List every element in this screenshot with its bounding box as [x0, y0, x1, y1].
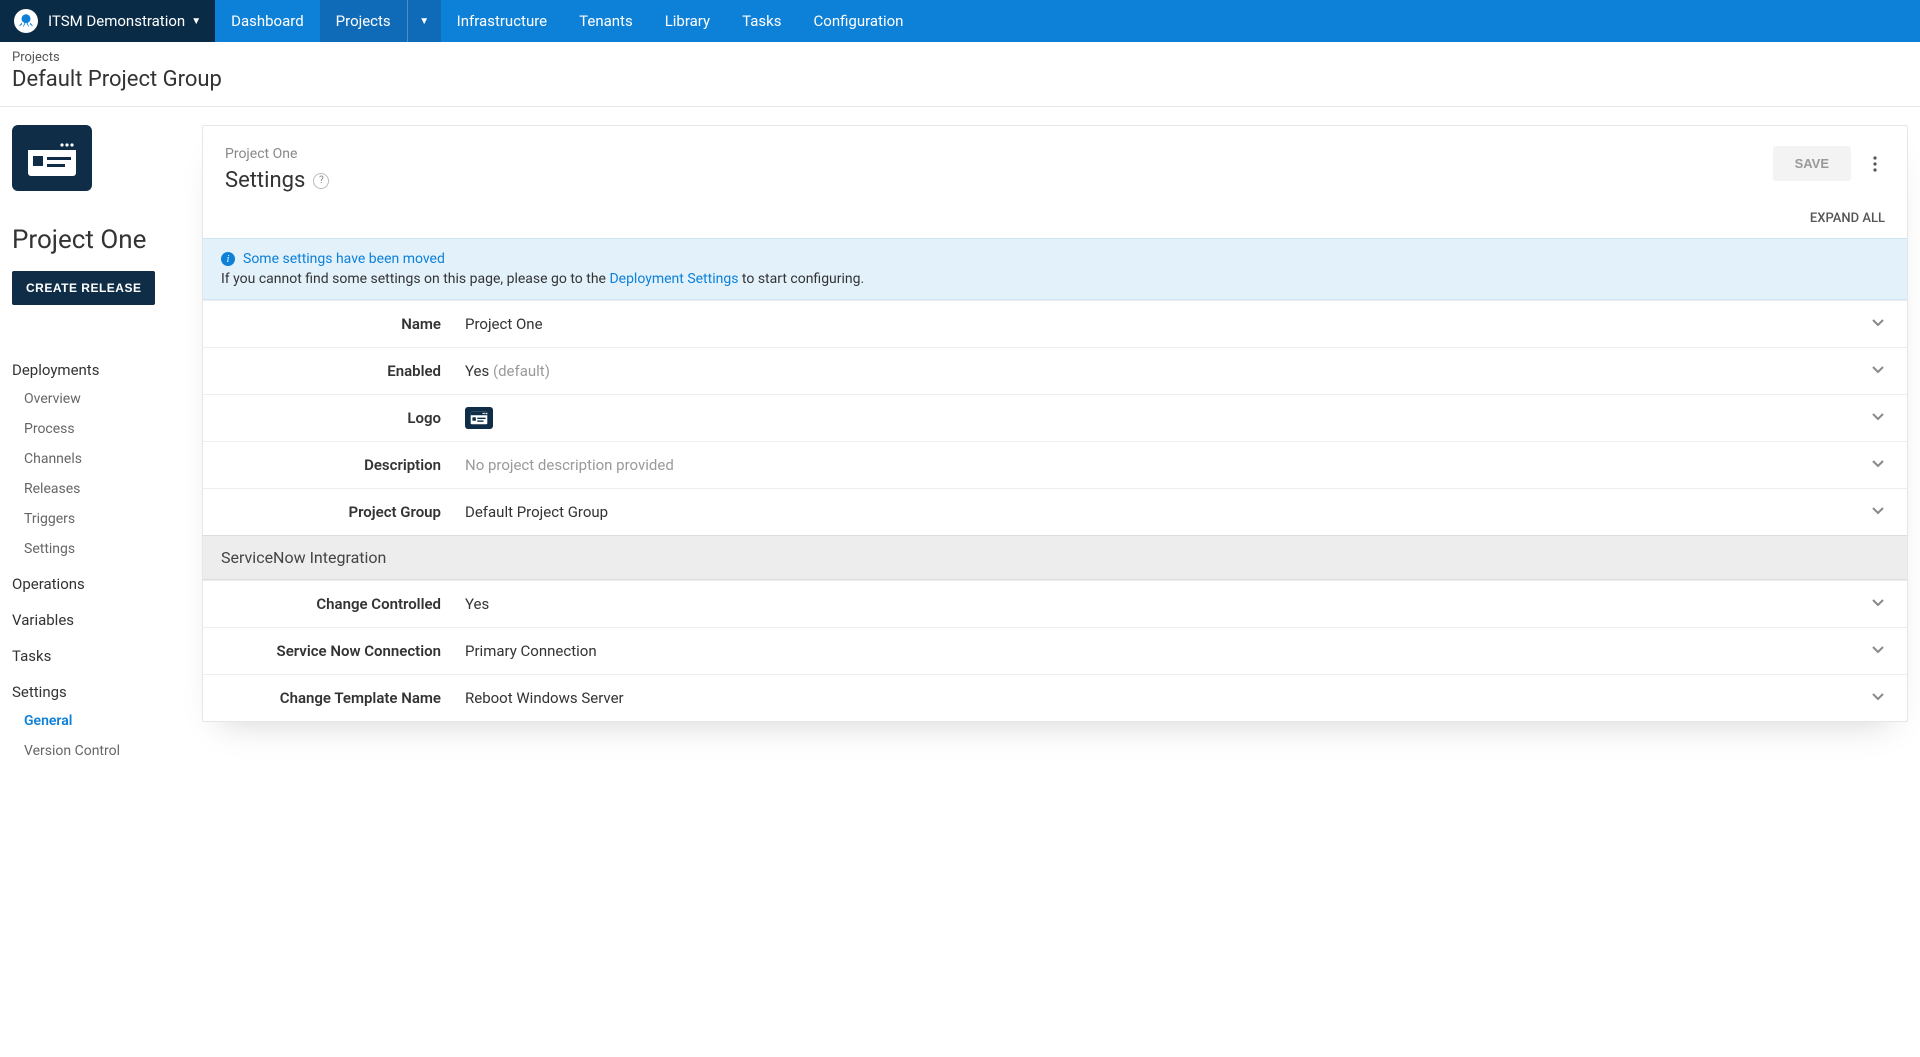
- card-header: Project One Settings ? SAVE: [203, 126, 1907, 203]
- project-logo-icon: [465, 407, 493, 429]
- octopus-icon: [14, 9, 38, 33]
- sidebar-overview[interactable]: Overview: [24, 391, 182, 407]
- label-logo: Logo: [225, 409, 465, 427]
- chevron-down-icon: [1871, 689, 1885, 707]
- sidebar-version-control[interactable]: Version Control: [24, 743, 182, 759]
- value-project-group: Default Project Group: [465, 503, 1871, 521]
- banner-text-pre: If you cannot find some settings on this…: [221, 271, 609, 287]
- sidebar-variables[interactable]: Variables: [12, 611, 182, 629]
- chevron-down-icon: [1871, 315, 1885, 333]
- nav-projects[interactable]: Projects: [320, 0, 407, 42]
- nav-tenants[interactable]: Tenants: [563, 0, 649, 42]
- sidebar-triggers[interactable]: Triggers: [24, 511, 182, 527]
- sidebar-operations[interactable]: Operations: [12, 575, 182, 593]
- banner-text-post: to start configuring.: [738, 271, 864, 287]
- row-change-controlled[interactable]: Change Controlled Yes: [203, 580, 1907, 627]
- card-project-name: Project One: [225, 146, 329, 162]
- expand-all-button[interactable]: EXPAND ALL: [203, 203, 1907, 238]
- row-change-template[interactable]: Change Template Name Reboot Windows Serv…: [203, 674, 1907, 721]
- breadcrumb-title: Default Project Group: [12, 67, 1908, 92]
- section-servicenow: ServiceNow Integration: [203, 535, 1907, 580]
- sidebar-process[interactable]: Process: [24, 421, 182, 437]
- value-snow-connection: Primary Connection: [465, 642, 1871, 660]
- brand-name: ITSM Demonstration: [48, 12, 185, 30]
- value-name: Project One: [465, 315, 1871, 333]
- info-icon: i: [221, 252, 235, 266]
- nav-configuration[interactable]: Configuration: [798, 0, 920, 42]
- row-enabled[interactable]: Enabled Yes (default): [203, 347, 1907, 394]
- banner-title: Some settings have been moved: [243, 251, 445, 267]
- top-nav: ITSM Demonstration ▼ Dashboard Projects …: [0, 0, 1920, 42]
- overflow-menu-icon[interactable]: [1865, 148, 1885, 180]
- chevron-down-icon: [1871, 642, 1885, 660]
- row-description[interactable]: Description No project description provi…: [203, 441, 1907, 488]
- save-button[interactable]: SAVE: [1773, 146, 1851, 181]
- nav-infrastructure[interactable]: Infrastructure: [441, 0, 563, 42]
- sidebar-settings-section[interactable]: Settings: [12, 683, 182, 701]
- value-logo: [465, 407, 1871, 429]
- project-logo: [12, 125, 92, 191]
- nav-library[interactable]: Library: [649, 0, 726, 42]
- nav-dashboard[interactable]: Dashboard: [215, 0, 320, 42]
- nav-items: Dashboard Projects ▼ Infrastructure Tena…: [215, 0, 919, 42]
- chevron-down-icon: [1871, 595, 1885, 613]
- card-title: Settings: [225, 168, 305, 193]
- label-description: Description: [225, 456, 465, 474]
- label-name: Name: [225, 315, 465, 333]
- chevron-down-icon: [1871, 362, 1885, 380]
- row-snow-connection[interactable]: Service Now Connection Primary Connectio…: [203, 627, 1907, 674]
- create-release-button[interactable]: CREATE RELEASE: [12, 271, 155, 305]
- row-name[interactable]: Name Project One: [203, 300, 1907, 347]
- info-banner: i Some settings have been moved If you c…: [203, 238, 1907, 300]
- chevron-down-icon: [1871, 456, 1885, 474]
- sidebar-deployments[interactable]: Deployments: [12, 361, 182, 379]
- breadcrumb-parent[interactable]: Projects: [12, 50, 1908, 65]
- row-project-group[interactable]: Project Group Default Project Group: [203, 488, 1907, 535]
- chevron-down-icon: [1871, 503, 1885, 521]
- help-icon[interactable]: ?: [313, 173, 329, 189]
- sidebar-channels[interactable]: Channels: [24, 451, 182, 467]
- label-snow-connection: Service Now Connection: [225, 642, 465, 660]
- value-description: No project description provided: [465, 456, 1871, 474]
- caret-down-icon: ▼: [419, 16, 429, 27]
- value-enabled: Yes (default): [465, 362, 1871, 380]
- sidebar: Project One CREATE RELEASE Deployments O…: [12, 125, 182, 773]
- caret-down-icon: ▼: [191, 16, 201, 27]
- sidebar-general[interactable]: General: [24, 713, 182, 729]
- label-change-controlled: Change Controlled: [225, 595, 465, 613]
- deployment-settings-link[interactable]: Deployment Settings: [609, 271, 738, 287]
- sidebar-releases[interactable]: Releases: [24, 481, 182, 497]
- brand-switcher[interactable]: ITSM Demonstration ▼: [0, 0, 215, 42]
- label-change-template: Change Template Name: [225, 689, 465, 707]
- nav-projects-dropdown[interactable]: ▼: [407, 0, 441, 42]
- breadcrumb-bar: Projects Default Project Group: [0, 42, 1920, 107]
- chevron-down-icon: [1871, 409, 1885, 427]
- value-change-controlled: Yes: [465, 595, 1871, 613]
- page-body: Project One CREATE RELEASE Deployments O…: [0, 107, 1920, 813]
- project-title: Project One: [12, 225, 182, 255]
- nav-tasks[interactable]: Tasks: [726, 0, 797, 42]
- sidebar-tasks[interactable]: Tasks: [12, 647, 182, 665]
- label-enabled: Enabled: [225, 362, 465, 380]
- row-logo[interactable]: Logo: [203, 394, 1907, 441]
- label-project-group: Project Group: [225, 503, 465, 521]
- sidebar-settings[interactable]: Settings: [24, 541, 182, 557]
- value-change-template: Reboot Windows Server: [465, 689, 1871, 707]
- settings-card: Project One Settings ? SAVE EXPAND ALL i: [202, 125, 1908, 722]
